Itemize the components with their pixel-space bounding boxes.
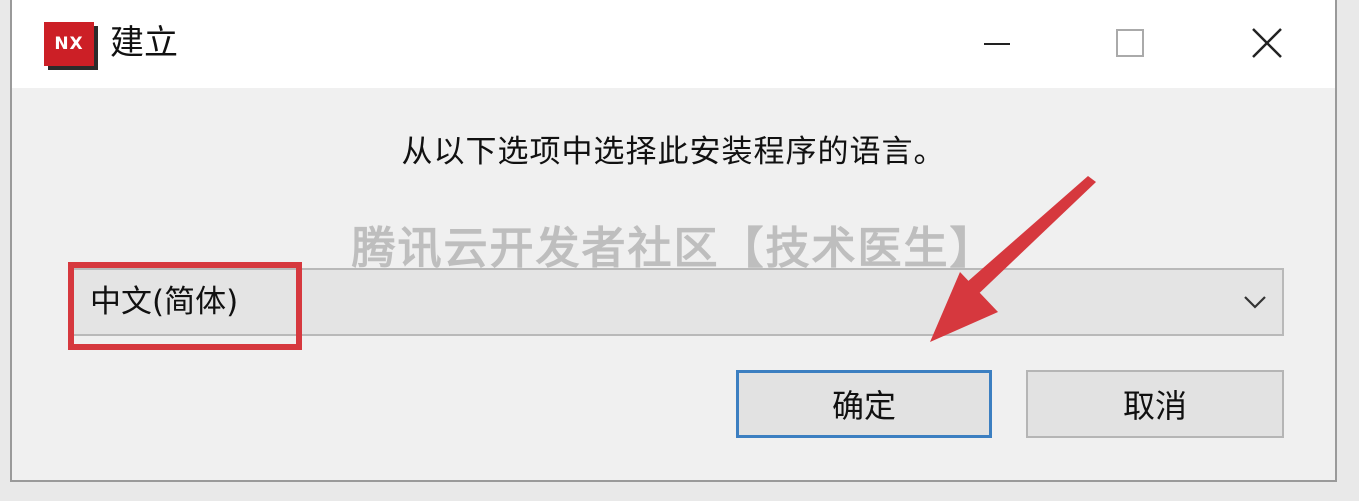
watermark: 腾讯云开发者社区【技术医生】	[351, 223, 996, 274]
title-bar: NX 建立	[12, 0, 1335, 88]
maximize-button[interactable]	[1085, 10, 1175, 76]
window-title: 建立	[110, 23, 178, 63]
ok-button-label: 确定	[831, 387, 896, 425]
language-prompt: 从以下选项中选择此安装程序的语言。	[401, 134, 946, 170]
language-select[interactable]: 中文(简体)	[72, 268, 1284, 336]
maximize-icon	[1116, 29, 1144, 57]
ok-button[interactable]: 确定	[736, 370, 992, 438]
minimize-icon	[984, 43, 1010, 45]
cancel-button-label: 取消	[1122, 387, 1187, 425]
installer-dialog: NX 建立 从以下选项中选择此安装程序的语言。 中文(简体) 腾讯云开发者社区【…	[10, 0, 1337, 482]
cancel-button[interactable]: 取消	[1026, 370, 1284, 438]
minimize-button[interactable]	[952, 10, 1042, 76]
app-logo: NX	[44, 22, 94, 66]
close-button[interactable]	[1222, 10, 1312, 76]
chevron-down-icon[interactable]	[1242, 290, 1268, 314]
close-icon	[1252, 28, 1282, 58]
language-select-value: 中文(简体)	[90, 284, 239, 320]
